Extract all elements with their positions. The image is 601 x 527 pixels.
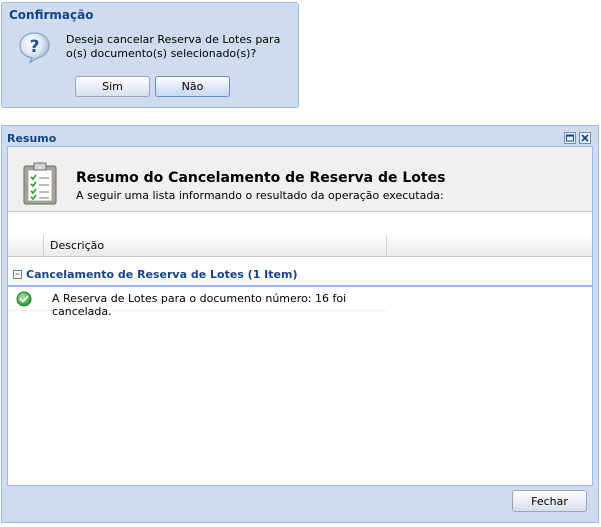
summary-subtitle: A seguir uma lista informando o resultad… <box>76 189 444 202</box>
confirmation-dialog-title: Confirmação <box>9 8 94 22</box>
resumo-body: Resumo do Cancelamento de Reserva de Lot… <box>7 146 593 486</box>
collapse-minus-icon[interactable] <box>13 270 22 279</box>
confirmation-dialog: Confirmação ? Deseja cancelar Reserva de… <box>1 2 299 108</box>
table-row[interactable]: A Reserva de Lotes para o documento núme… <box>8 288 386 318</box>
maximize-button[interactable] <box>564 132 576 144</box>
confirmation-message: Deseja cancelar Reserva de Lotes para o(… <box>66 33 281 60</box>
column-header-descricao[interactable]: Descrição <box>44 235 387 256</box>
close-icon <box>581 134 589 142</box>
row-description: A Reserva de Lotes para o documento núme… <box>52 292 347 318</box>
group-row[interactable]: Cancelamento de Reserva de Lotes (1 Item… <box>8 267 592 287</box>
group-label: Cancelamento de Reserva de Lotes (1 Item… <box>26 268 298 281</box>
maximize-icon <box>566 134 574 142</box>
column-header-status[interactable] <box>8 235 44 256</box>
success-check-icon <box>16 291 32 307</box>
close-button[interactable] <box>579 132 591 144</box>
no-button[interactable]: Não <box>155 76 230 97</box>
grid-header: Descrição <box>8 235 592 257</box>
close-window-button[interactable]: Fechar <box>512 490 587 512</box>
svg-text:?: ? <box>30 37 40 57</box>
summary-header: Resumo do Cancelamento de Reserva de Lot… <box>8 147 592 212</box>
summary-heading: Resumo do Cancelamento de Reserva de Lot… <box>76 170 446 186</box>
yes-button[interactable]: Sim <box>75 76 150 97</box>
question-icon: ? <box>19 32 50 64</box>
resumo-window-title: Resumo <box>7 132 57 145</box>
clipboard-checklist-icon <box>23 162 57 205</box>
resumo-window: Resumo Resumo do Cancelamento de Reserva… <box>1 125 599 523</box>
